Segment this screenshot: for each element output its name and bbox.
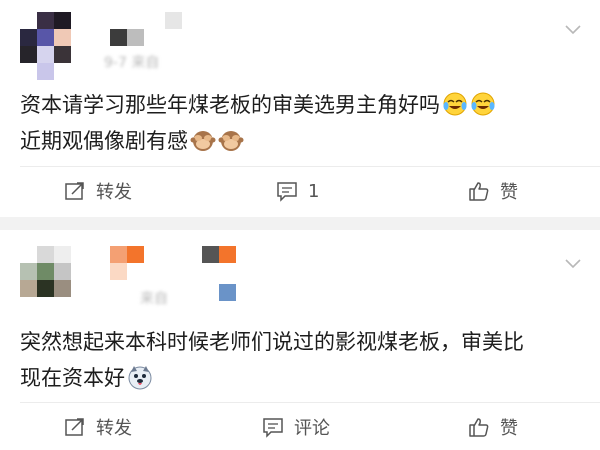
divider xyxy=(20,402,600,403)
husky-dog-emoji xyxy=(128,366,152,390)
repost-button[interactable]: 转发 xyxy=(64,404,132,450)
thumbs-up-icon xyxy=(469,418,489,437)
see-no-evil-monkey-emoji xyxy=(190,131,216,151)
chevron-down-icon[interactable] xyxy=(564,258,582,270)
repost-icon xyxy=(65,418,84,436)
see-no-evil-monkey-emoji xyxy=(218,131,244,151)
like-label: 赞 xyxy=(500,418,518,439)
comment-icon xyxy=(277,182,297,202)
content-line: 近期观偶像剧有感 xyxy=(20,129,188,153)
post-meta: 9-7 来自 xyxy=(104,55,160,71)
avatar[interactable] xyxy=(20,246,86,312)
action-bar: 转发 评论 赞 xyxy=(0,404,600,450)
laugh-cry-emoji xyxy=(471,92,495,116)
repost-label: 转发 xyxy=(96,182,132,203)
repost-label: 转发 xyxy=(96,418,132,439)
like-label: 赞 xyxy=(500,182,518,203)
comment-count: 1 xyxy=(308,180,320,202)
like-button[interactable]: 赞 xyxy=(468,168,518,214)
post-meta: 来自 xyxy=(140,291,168,307)
content-line: 突然想起来本科时候老师们说过的影视煤老板，审美比 xyxy=(20,330,524,354)
post-content: 资本请学习那些年煤老板的审美选男主角好吗 近期观偶像剧有感 xyxy=(20,87,585,159)
post-2: 来自 突然想起来本科时候老师们说过的影视煤老板，审美比 现在资本好 转发 评论 … xyxy=(0,230,600,450)
comment-button[interactable]: 评论 xyxy=(262,404,330,450)
post-content: 突然想起来本科时候老师们说过的影视煤老板，审美比 现在资本好 xyxy=(20,324,585,396)
repost-button[interactable]: 转发 xyxy=(64,168,132,214)
avatar[interactable] xyxy=(20,12,86,80)
post-separator xyxy=(0,217,600,230)
laugh-cry-emoji xyxy=(443,92,467,116)
like-button[interactable]: 赞 xyxy=(468,404,518,450)
comment-button[interactable]: 1 xyxy=(276,168,319,214)
chevron-down-icon[interactable] xyxy=(564,24,582,36)
content-line: 资本请学习那些年煤老板的审美选男主角好吗 xyxy=(20,93,440,117)
thumbs-up-icon xyxy=(469,182,489,201)
content-line: 现在资本好 xyxy=(20,366,125,390)
comment-icon xyxy=(263,418,283,438)
comment-label: 评论 xyxy=(294,418,330,439)
divider xyxy=(20,166,600,167)
post-1: 9-7 来自 资本请学习那些年煤老板的审美选男主角好吗 近期观偶像剧有感 转发 … xyxy=(0,0,600,217)
repost-icon xyxy=(65,182,84,200)
action-bar: 转发 1 赞 xyxy=(0,168,600,214)
